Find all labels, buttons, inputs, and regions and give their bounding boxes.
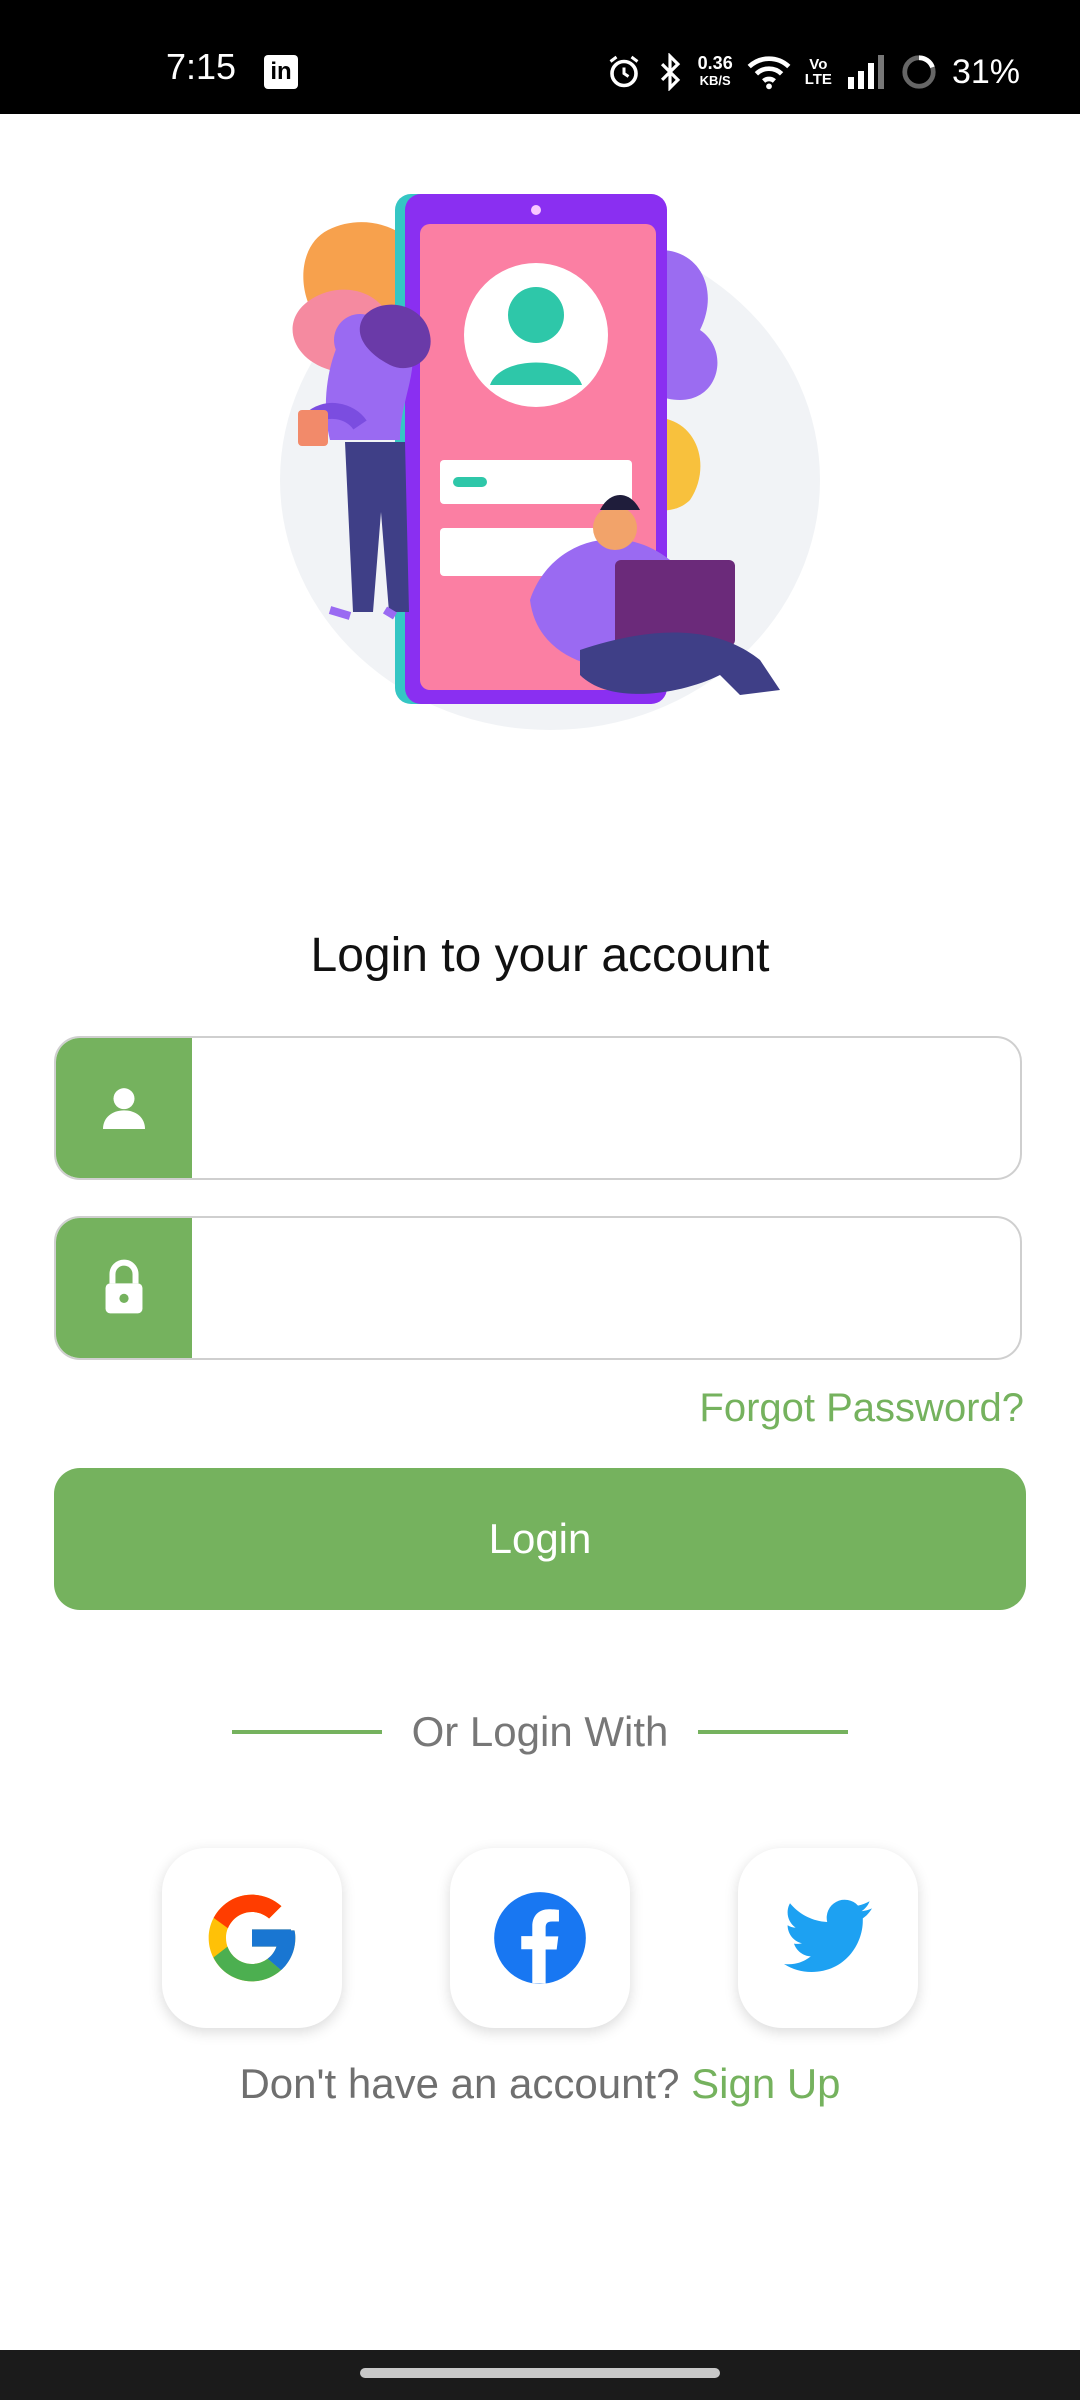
status-bar: 7:15 in 0.36 KB/S Vo LTE 31% — [0, 0, 1080, 114]
wifi-icon — [747, 56, 791, 90]
divider-line-left — [231, 1730, 382, 1734]
facebook-icon — [494, 1892, 586, 1984]
username-field[interactable] — [54, 1036, 1022, 1180]
signup-link[interactable]: Sign Up — [691, 2060, 840, 2107]
status-time: 7:15 — [166, 46, 237, 87]
divider-text: Or Login With — [411, 1708, 669, 1755]
person-icon — [103, 1088, 145, 1129]
twitter-login-button[interactable] — [738, 1848, 918, 2028]
twitter-icon — [784, 1899, 872, 1973]
user-icon-box — [56, 1038, 192, 1178]
or-login-divider: Or Login With — [0, 1702, 1080, 1762]
forgot-password-link[interactable]: Forgot Password? — [699, 1386, 1024, 1431]
signup-row: Don't have an account? Sign Up — [0, 2060, 1080, 2108]
divider-line-right — [698, 1730, 849, 1734]
signal-icon — [847, 55, 884, 89]
battery-icon — [902, 55, 936, 89]
facebook-login-button[interactable] — [450, 1848, 630, 2028]
login-illustration — [280, 194, 820, 730]
status-icons: 0.36 KB/S Vo LTE 31% — [606, 48, 1020, 96]
login-button[interactable]: Login — [54, 1468, 1026, 1610]
signup-prompt: Don't have an account? — [239, 2060, 692, 2107]
battery-level: 31% — [951, 52, 1020, 91]
bluetooth-icon — [660, 53, 680, 91]
username-input[interactable] — [206, 1038, 1000, 1178]
net-speed: 0.36 KB/S — [697, 53, 733, 88]
lock-icon-box — [56, 1218, 192, 1358]
password-input[interactable] — [206, 1218, 1000, 1358]
page-title: Login to your account — [310, 929, 770, 982]
volte-indicator: Vo LTE — [804, 56, 832, 88]
password-field[interactable] — [54, 1216, 1022, 1360]
navigation-bar — [0, 2350, 1080, 2400]
google-icon — [208, 1894, 296, 1982]
lock-icon — [105, 1259, 143, 1314]
linkedin-icon: in — [264, 55, 298, 89]
alarm-icon — [609, 55, 639, 88]
home-gesture-handle[interactable] — [360, 2368, 720, 2378]
google-login-button[interactable] — [162, 1848, 342, 2028]
